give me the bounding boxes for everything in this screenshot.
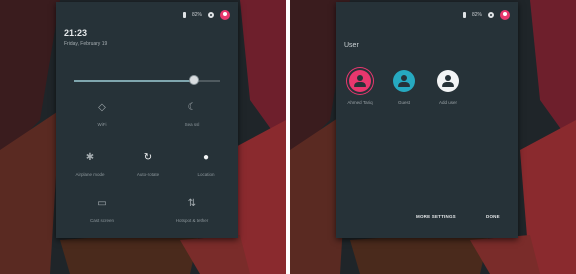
hotspot-icon: ⇅ bbox=[187, 198, 197, 209]
tile-label: Sea ssl bbox=[184, 122, 200, 127]
tile-label: Airplane mode bbox=[75, 172, 105, 177]
tile-wifi[interactable]: ◇ WiFi bbox=[72, 102, 132, 127]
user-guest[interactable]: Guest bbox=[386, 70, 422, 105]
user-avatar-icon bbox=[349, 70, 371, 92]
user-title: User bbox=[344, 42, 359, 49]
user-switcher-screen: 82% User Ahmed Tariq Guest Add user MORE… bbox=[290, 0, 576, 274]
quick-settings-header: 82% 21:23 Friday, February 19 bbox=[56, 2, 238, 54]
brightness-slider[interactable] bbox=[74, 75, 220, 85]
status-row: 82% bbox=[182, 10, 230, 20]
battery-percent: 82% bbox=[191, 12, 202, 18]
quick-settings-panel: 82% 21:23 Friday, February 19 ◇ WiFi ☾ S… bbox=[56, 2, 238, 238]
user-panel: 82% User Ahmed Tariq Guest Add user MORE… bbox=[336, 2, 518, 238]
user-owner[interactable]: Ahmed Tariq bbox=[342, 70, 378, 105]
gear-icon[interactable] bbox=[208, 12, 214, 18]
user-avatar-icon bbox=[393, 70, 415, 92]
wifi-icon: ◇ bbox=[98, 102, 106, 113]
gear-icon[interactable] bbox=[488, 12, 494, 18]
tile-bluetooth[interactable]: ✱ Airplane mode bbox=[60, 152, 120, 177]
status-row: 82% bbox=[462, 10, 510, 20]
tile-label: Cast screen bbox=[89, 218, 114, 223]
rotate-icon: ↻ bbox=[143, 152, 153, 163]
tile-label: Hotspot & tether bbox=[175, 218, 209, 223]
tile-label: Location bbox=[197, 172, 215, 177]
bluetooth-icon: ✱ bbox=[85, 152, 95, 163]
battery-percent: 82% bbox=[471, 12, 482, 18]
battery-icon bbox=[462, 12, 466, 18]
tile-location[interactable]: ● Location bbox=[176, 152, 236, 177]
cast-icon: ▭ bbox=[97, 198, 107, 209]
user-avatar[interactable] bbox=[500, 10, 510, 20]
tile-do-not-disturb[interactable]: ☾ Sea ssl bbox=[162, 102, 222, 127]
user-name: Ahmed Tariq bbox=[347, 100, 373, 105]
clock: 21:23 bbox=[64, 28, 88, 38]
more-settings-button[interactable]: MORE SETTINGS bbox=[416, 214, 456, 219]
user-name: Guest bbox=[397, 100, 410, 105]
tile-label: Auto-rotate bbox=[136, 172, 160, 177]
quick-settings-screen: 82% 21:23 Friday, February 19 ◇ WiFi ☾ S… bbox=[0, 0, 286, 274]
brightness-fill bbox=[74, 80, 194, 82]
user-avatar[interactable] bbox=[220, 10, 230, 20]
user-name: Add user bbox=[438, 100, 457, 105]
moon-icon: ☾ bbox=[187, 102, 197, 113]
battery-icon bbox=[182, 12, 186, 18]
add-user-icon bbox=[437, 70, 459, 92]
tile-hotspot[interactable]: ⇅ Hotspot & tether bbox=[162, 198, 222, 223]
location-icon: ● bbox=[202, 152, 210, 163]
done-button[interactable]: DONE bbox=[486, 214, 500, 219]
date[interactable]: Friday, February 19 bbox=[64, 41, 107, 47]
tile-cast[interactable]: ▭ Cast screen bbox=[72, 198, 132, 223]
tile-label: WiFi bbox=[97, 122, 107, 127]
tile-auto-rotate[interactable]: ↻ Auto-rotate bbox=[118, 152, 178, 177]
brightness-thumb[interactable] bbox=[188, 75, 199, 85]
user-add[interactable]: Add user bbox=[430, 70, 466, 105]
